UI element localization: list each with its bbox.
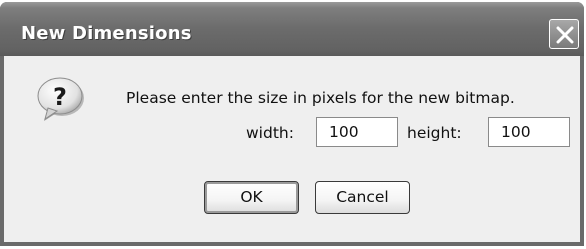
dialog-body: ? Please enter the size in pixels for th… xyxy=(4,56,580,242)
height-field[interactable] xyxy=(488,117,570,147)
width-label: width: xyxy=(246,124,294,142)
cancel-button[interactable]: Cancel xyxy=(315,181,410,214)
close-button[interactable] xyxy=(549,19,579,49)
width-field[interactable] xyxy=(316,117,398,147)
dialog-title: New Dimensions xyxy=(21,23,192,44)
dialog-message: Please enter the size in pixels for the … xyxy=(126,89,515,107)
close-icon xyxy=(556,26,574,44)
question-mark-icon: ? xyxy=(37,77,84,121)
svg-text:?: ? xyxy=(53,83,67,111)
height-label: height: xyxy=(407,124,462,142)
dialog-window: New Dimensions ? Please enter the size i… xyxy=(0,2,584,246)
title-bar[interactable]: New Dimensions xyxy=(0,2,584,56)
ok-button[interactable]: OK xyxy=(204,181,299,214)
